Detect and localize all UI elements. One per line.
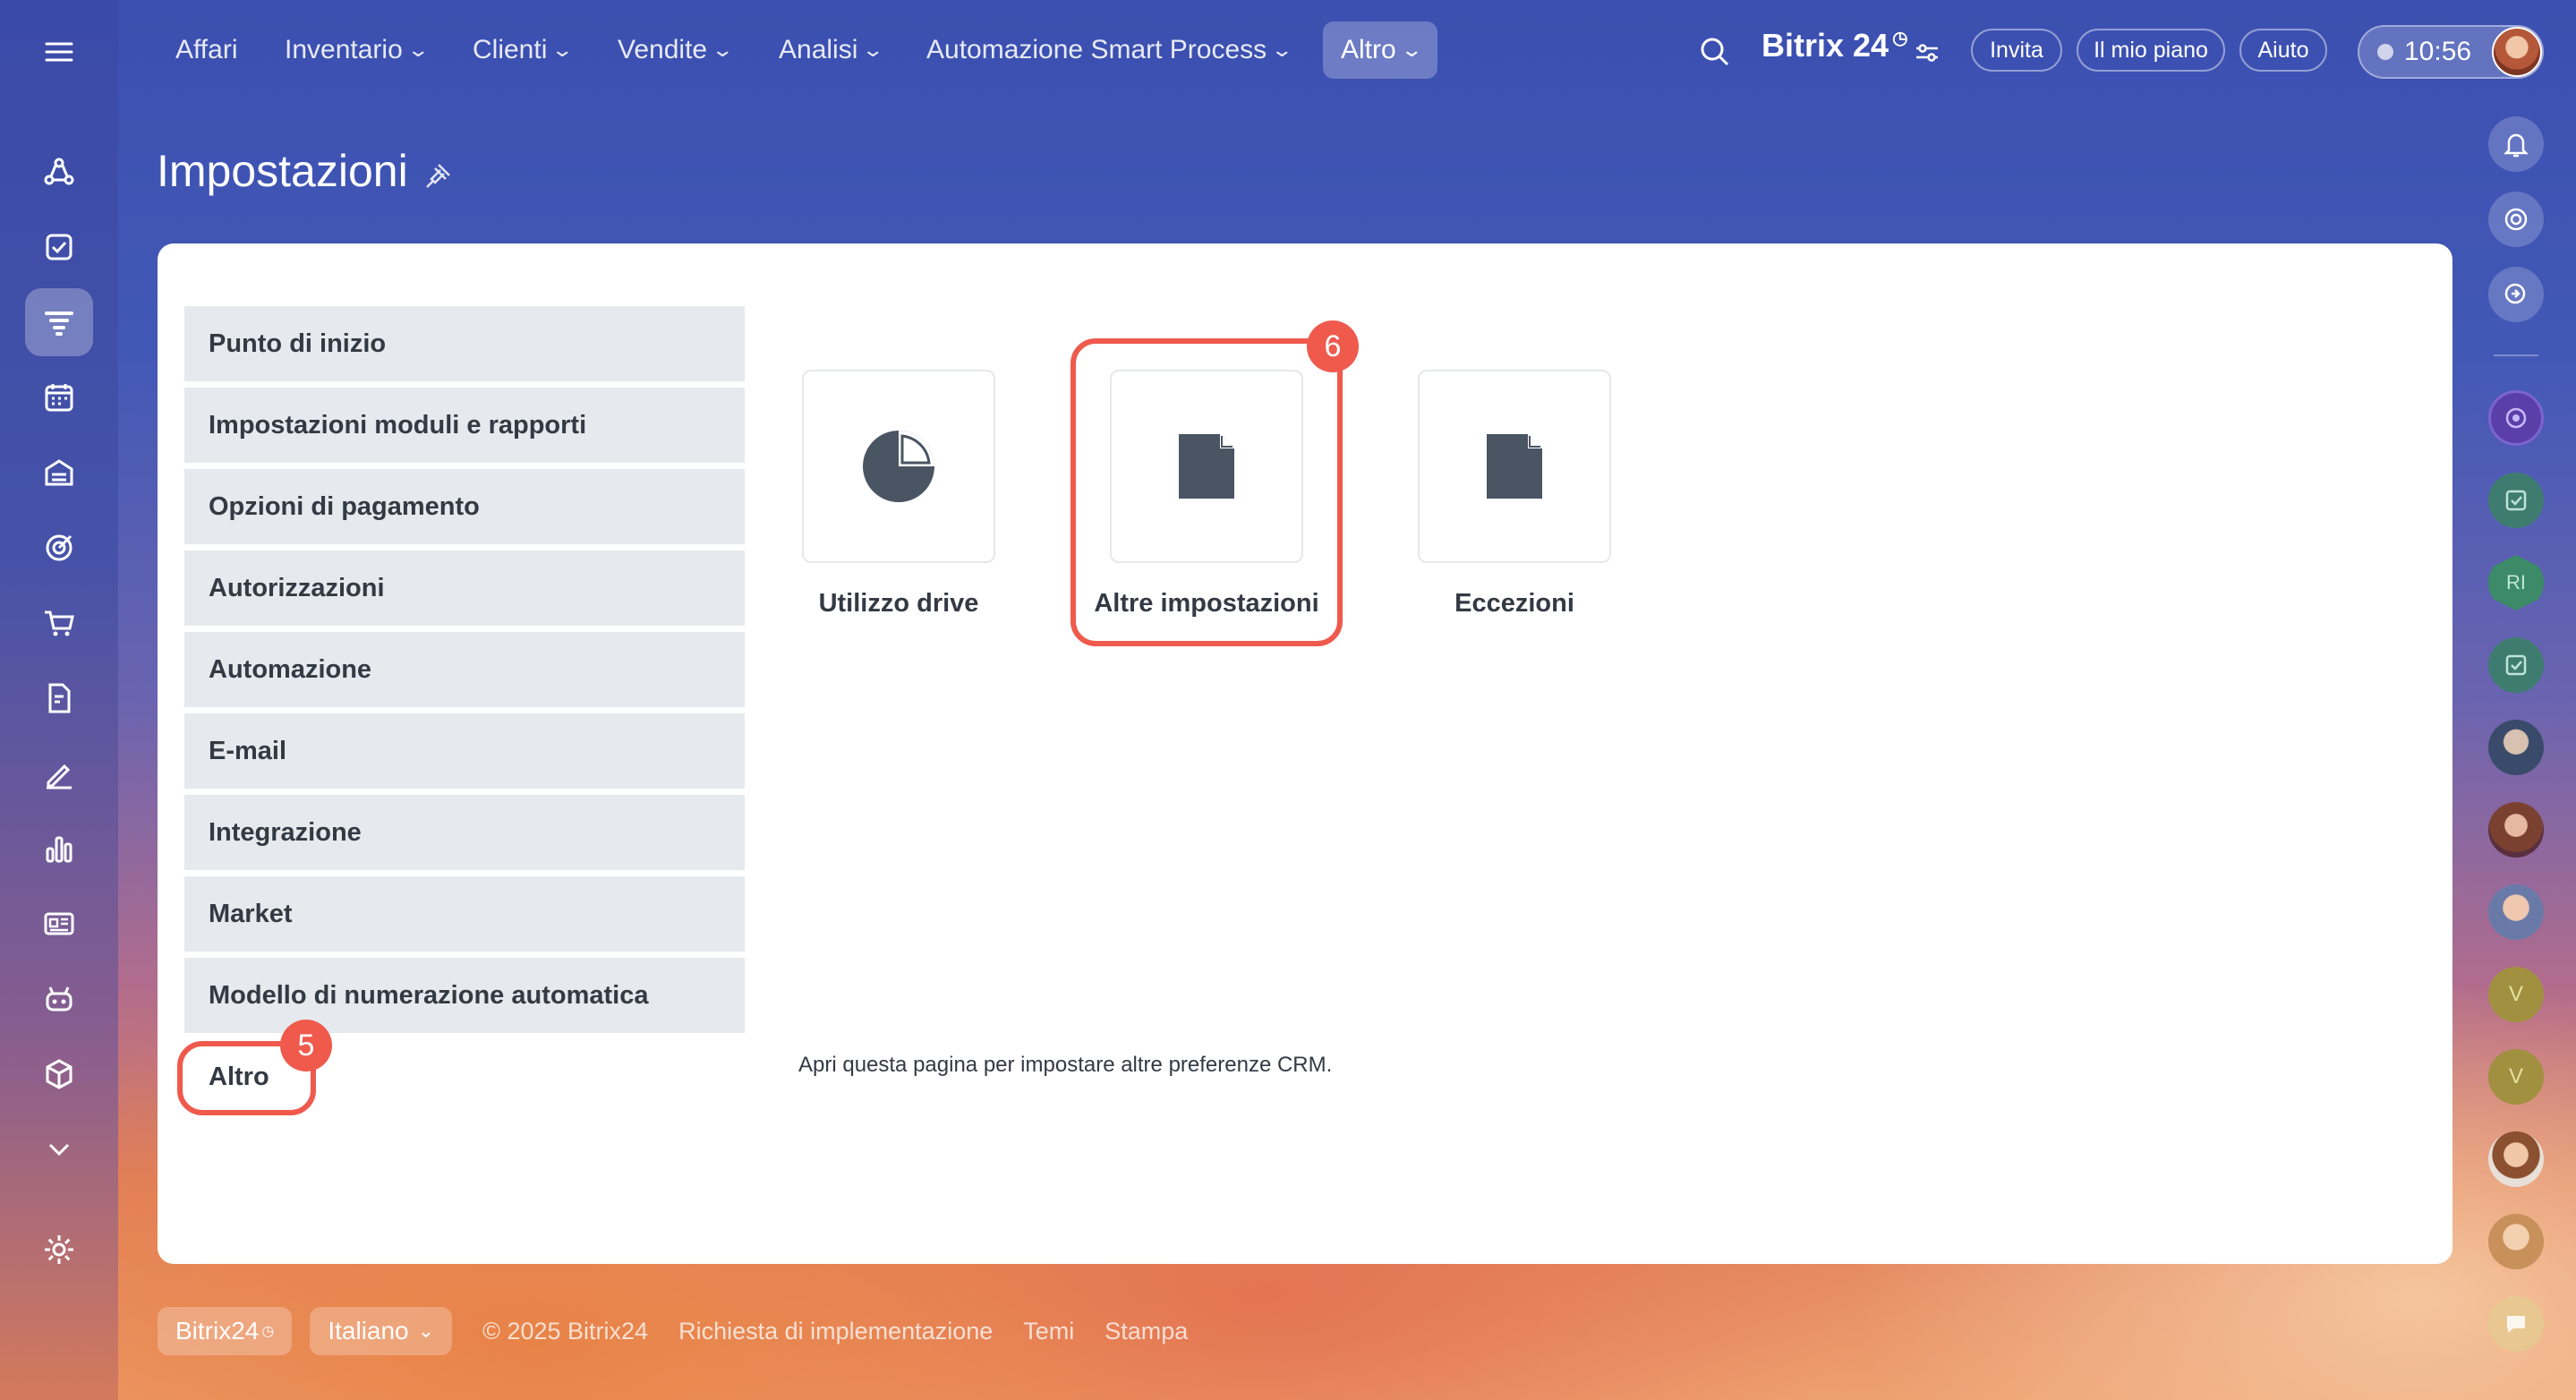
my-plan-button[interactable]: Il mio piano [2077, 29, 2225, 72]
menu-item-opzioni-pagamento[interactable]: Opzioni di pagamento [184, 469, 745, 544]
tile-eccezioni[interactable] [1418, 370, 1611, 563]
tile-description: Apri questa pagina per impostare altre p… [798, 1053, 1333, 1077]
tile-label-utilizzo-drive: Utilizzo drive [818, 589, 979, 618]
group-chat-avatar[interactable] [2488, 720, 2544, 775]
contact-avatar-2[interactable] [2488, 884, 2544, 940]
copilot-icon[interactable] [2488, 192, 2544, 247]
invite-button[interactable]: Invita [1971, 29, 2062, 72]
menu-item-market[interactable]: Market [184, 876, 745, 952]
search-icon[interactable] [1697, 34, 1733, 70]
tile-label-eccezioni: Eccezioni [1454, 589, 1574, 618]
tasks-icon[interactable] [25, 213, 93, 281]
chat-initials-v-2[interactable]: V [2488, 1049, 2544, 1105]
footer-link-temi[interactable]: Temi [1023, 1318, 1074, 1345]
target-icon[interactable] [25, 514, 93, 582]
notifications-bell-icon[interactable] [2488, 116, 2544, 172]
contact-avatar-1[interactable] [2488, 802, 2544, 858]
task-chat-icon-2[interactable] [2488, 637, 2544, 693]
clock-icon [2377, 44, 2393, 60]
menu-icon[interactable] [25, 18, 93, 86]
menu-item-numerazione[interactable]: Modello di numerazione automatica [184, 958, 745, 1033]
clock-small-icon: ◷ [1892, 29, 1908, 48]
contact-avatar-4[interactable] [2488, 1214, 2544, 1269]
analytics-icon[interactable] [25, 815, 93, 883]
user-avatar[interactable] [2492, 27, 2542, 77]
nav-item-vendite[interactable]: Vendite ⌄ [618, 21, 735, 79]
cart-icon[interactable] [25, 589, 93, 657]
sign-icon[interactable] [25, 739, 93, 807]
document-edit-icon[interactable] [25, 664, 93, 732]
pie-chart-icon [863, 431, 934, 502]
robot-icon[interactable] [25, 965, 93, 1033]
news-icon[interactable] [25, 890, 93, 958]
contact-avatar-3[interactable] [2488, 1131, 2544, 1187]
chevron-down-icon: ⌄ [406, 38, 430, 61]
footer-link-stampa[interactable]: Stampa [1105, 1318, 1188, 1345]
language-select[interactable]: Italiano ⌄ [310, 1307, 453, 1355]
menu-item-punto-di-inizio[interactable]: Punto di inizio [184, 306, 745, 381]
menu-item-autorizzazioni[interactable]: Autorizzazioni [184, 551, 745, 626]
chat-bubble-icon[interactable] [2488, 1296, 2544, 1352]
rightbar-divider [2494, 354, 2538, 356]
brand-logo[interactable]: Bitrix 24 ◷ [1761, 27, 1908, 64]
help-button[interactable]: Aiuto [2239, 29, 2327, 72]
chat-initials-v-1[interactable]: V [2488, 967, 2544, 1022]
collaboration-icon[interactable] [25, 138, 93, 206]
menu-item-integrazione[interactable]: Integrazione [184, 795, 745, 870]
chevron-down-icon: ⌄ [1270, 38, 1294, 61]
footer-copyright: © 2025 Bitrix24 [482, 1317, 649, 1345]
chevron-down-icon: ⌄ [417, 1319, 435, 1342]
document-icon [1487, 434, 1542, 499]
footer: Bitrix24 ◷ Italiano ⌄ © 2025 Bitrix24 Rich… [158, 1307, 1218, 1355]
chevron-down-icon[interactable] [25, 1115, 93, 1183]
highlight-altre-impostazioni [1070, 338, 1343, 646]
chevron-down-icon: ⌄ [861, 38, 885, 61]
nav-item-clienti[interactable]: Clienti ⌄ [473, 21, 575, 79]
pin-icon[interactable] [422, 161, 453, 192]
tile-utilizzo-drive[interactable] [802, 370, 995, 563]
task-chat-icon[interactable] [2488, 473, 2544, 528]
menu-item-moduli-rapporti[interactable]: Impostazioni moduli e rapporti [184, 388, 745, 463]
calendar-icon[interactable] [25, 363, 93, 431]
footer-brand-button[interactable]: Bitrix24 ◷ [158, 1307, 293, 1355]
nav-item-analisi[interactable]: Analisi ⌄ [779, 21, 885, 79]
footer-link-implementazione[interactable]: Richiesta di implementazione [678, 1318, 993, 1345]
menu-item-email[interactable]: E-mail [184, 713, 745, 789]
crm-icon[interactable] [25, 288, 93, 356]
chat-search-icon[interactable] [2488, 267, 2544, 322]
step-badge-6: 6 [1307, 320, 1359, 372]
page-title: Impostazioni [157, 146, 408, 196]
menu-item-automazione[interactable]: Automazione [184, 632, 745, 707]
chevron-down-icon: ⌄ [550, 38, 575, 61]
inventory-icon[interactable] [25, 439, 93, 507]
sliders-icon[interactable] [1914, 39, 1941, 66]
nav-item-inventario[interactable]: Inventario ⌄ [285, 21, 430, 79]
step-badge-5: 5 [280, 1020, 332, 1071]
chevron-down-icon: ⌄ [1400, 38, 1423, 61]
clock-small-icon: ◷ [261, 1324, 275, 1339]
left-sidebar [0, 0, 118, 1400]
settings-gear-icon[interactable] [25, 1216, 93, 1284]
chevron-down-icon: ⌄ [711, 38, 735, 61]
nav-item-automazione[interactable]: Automazione Smart Process ⌄ [926, 21, 1294, 79]
copilot-chat-icon[interactable] [2488, 390, 2544, 446]
package-icon[interactable] [25, 1040, 93, 1108]
chat-initials-ri[interactable]: RI [2488, 555, 2544, 610]
nav-item-affari[interactable]: Affari [175, 21, 237, 79]
nav-item-altro[interactable]: Altro ⌄ [1323, 21, 1438, 79]
